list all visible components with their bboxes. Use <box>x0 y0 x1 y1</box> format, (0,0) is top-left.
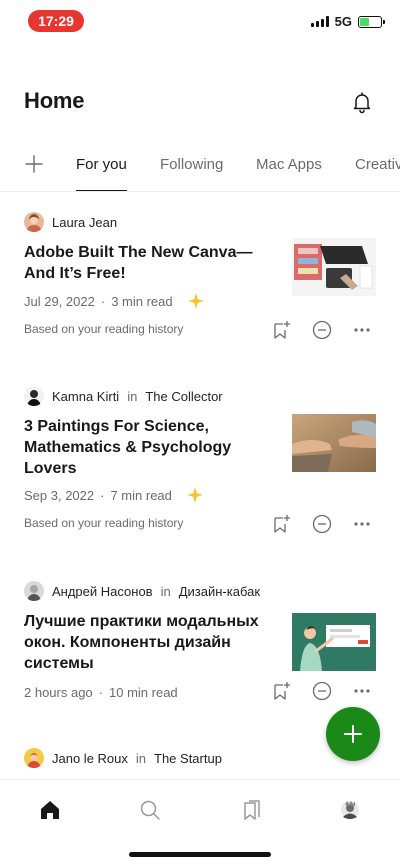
author-row[interactable]: Андрей Насонов in Дизайн-кабак <box>24 581 260 601</box>
recommendation-reason: Based on your reading history <box>24 516 184 530</box>
author-row[interactable]: Laura Jean <box>24 212 117 232</box>
bookmark-add-icon[interactable] <box>272 514 292 534</box>
profile-icon[interactable] <box>338 798 362 822</box>
meta-separator: · <box>100 487 105 503</box>
tab-for-you[interactable]: For you <box>76 156 127 173</box>
author-name: Kamna Kirti <box>52 388 120 404</box>
add-topic-icon[interactable] <box>24 154 44 174</box>
author-avatar <box>24 581 44 601</box>
article-card[interactable]: Андрей Насонов in Дизайн-кабак Лучшие пр… <box>0 581 400 711</box>
article-thumbnail[interactable] <box>292 238 376 296</box>
read-time: 10 min read <box>109 685 178 700</box>
status-indicators: 5G <box>310 14 385 29</box>
article-meta: Sep 3, 2022 · 7 min read <box>24 486 204 504</box>
in-word: in <box>127 388 138 404</box>
author-avatar <box>24 386 44 406</box>
article-title[interactable]: Лучшие практики модальных окон. Компонен… <box>24 611 260 674</box>
search-icon[interactable] <box>138 798 162 822</box>
article-meta: Jul 29, 2022 · 3 min read <box>24 292 205 310</box>
publish-date: Sep 3, 2022 <box>24 487 95 503</box>
article-title[interactable]: Adobe Built The New Canva—And It’s Free! <box>24 242 260 284</box>
more-icon[interactable] <box>352 514 372 534</box>
show-less-icon[interactable] <box>312 681 332 701</box>
author-avatar <box>24 212 44 232</box>
home-indicator <box>129 852 271 857</box>
meta-separator: · <box>98 685 104 700</box>
battery-icon <box>358 15 385 28</box>
page-title: Home <box>24 88 85 113</box>
status-time: 17:29 <box>28 10 84 32</box>
in-word: in <box>160 583 171 599</box>
publish-date: 2 hours ago <box>24 685 93 700</box>
bookmark-add-icon[interactable] <box>272 320 292 340</box>
status-bar: 17:29 5G <box>0 0 400 48</box>
author-avatar <box>24 748 44 768</box>
show-less-icon[interactable] <box>312 514 332 534</box>
author-row[interactable]: Jano le Roux in The Startup <box>24 748 222 768</box>
publication-name[interactable]: The Collector <box>145 389 222 404</box>
in-word: in <box>135 750 147 766</box>
author-name: Laura Jean <box>52 214 118 230</box>
publish-date: Jul 29, 2022 <box>24 293 95 309</box>
article-meta: 2 hours ago · 10 min read <box>24 685 178 700</box>
article-thumbnail[interactable] <box>292 414 376 472</box>
article-actions <box>272 320 372 340</box>
topic-tabs: For you Following Mac Apps Creativ <box>0 140 400 192</box>
read-time: 7 min read <box>110 487 172 503</box>
publication-name[interactable]: Дизайн-кабак <box>179 584 260 599</box>
show-less-icon[interactable] <box>312 320 332 340</box>
compose-button[interactable] <box>326 707 380 761</box>
article-title[interactable]: 3 Paintings For Science, Mathematics & P… <box>24 416 260 479</box>
home-icon[interactable] <box>38 798 62 822</box>
article-thumbnail[interactable] <box>292 613 376 671</box>
author-row[interactable]: Kamna Kirti in The Collector <box>24 386 223 406</box>
signal-icon <box>310 16 329 27</box>
publication-name[interactable]: The Startup <box>154 751 222 766</box>
author-name: Jano le Roux <box>52 750 128 766</box>
author-name: Андрей Насонов <box>52 583 153 599</box>
article-card[interactable]: Kamna Kirti in The Collector 3 Paintings… <box>0 386 400 546</box>
recommendation-reason: Based on your reading history <box>24 322 184 336</box>
sparkle-icon <box>186 487 203 503</box>
more-icon[interactable] <box>352 320 372 340</box>
more-icon[interactable] <box>352 681 372 701</box>
library-icon[interactable] <box>240 798 264 822</box>
active-tab-indicator <box>76 190 127 191</box>
article-card[interactable]: Laura Jean Adobe Built The New Canva—And… <box>0 212 400 352</box>
bookmark-add-icon[interactable] <box>272 681 292 701</box>
network-label: 5G <box>334 14 352 29</box>
tab-mac-apps[interactable]: Mac Apps <box>256 156 322 173</box>
tab-following[interactable]: Following <box>160 156 223 173</box>
compose-icon <box>344 725 362 743</box>
meta-separator: · <box>100 293 106 309</box>
article-actions <box>272 681 372 701</box>
bell-icon[interactable] <box>350 90 374 114</box>
article-actions <box>272 514 372 534</box>
tab-creativity[interactable]: Creativ <box>355 156 400 173</box>
sparkle-icon <box>187 293 204 309</box>
read-time: 3 min read <box>111 293 173 309</box>
